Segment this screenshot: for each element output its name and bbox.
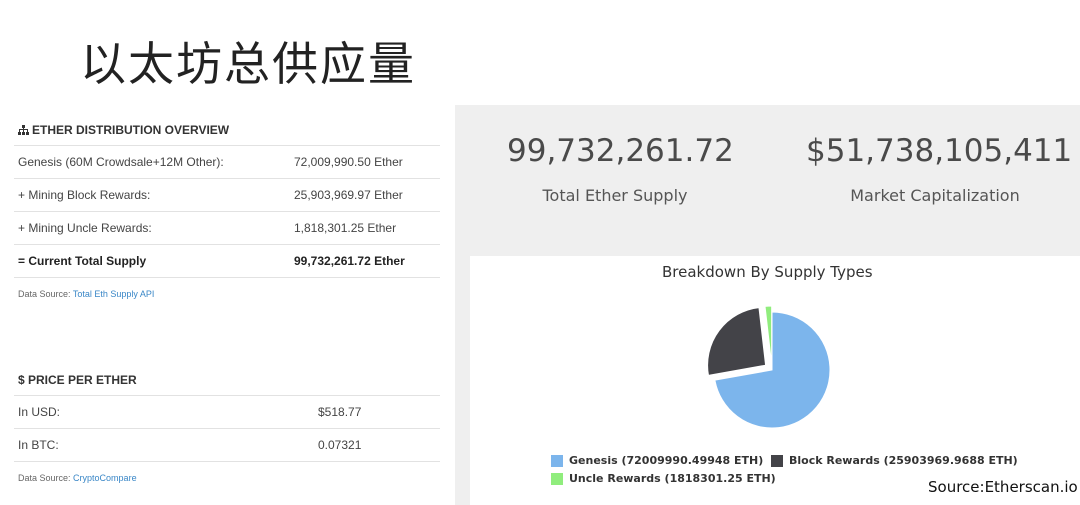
- total-supply-label: = Current Total Supply: [18, 254, 147, 268]
- distribution-row-label: + Mining Block Rewards:: [18, 188, 151, 202]
- price-heading: $ PRICE PER ETHER: [18, 373, 137, 387]
- price-btc-label: In BTC:: [18, 438, 59, 452]
- divider: [14, 211, 440, 212]
- divider: [14, 178, 440, 179]
- legend-item-uncle-rewards[interactable]: Uncle Rewards (1818301.25 ETH): [551, 472, 776, 485]
- price-btc-value: 0.07321: [318, 438, 362, 452]
- total-supply-stat: 99,732,261.72: [507, 133, 734, 169]
- legend-swatch-uncle-rewards: [551, 472, 563, 485]
- legend-label-genesis: Genesis (72009990.49948 ETH): [569, 454, 764, 467]
- legend-swatch-genesis: [551, 454, 563, 467]
- legend-label-block-rewards: Block Rewards (25903969.9688 ETH): [789, 454, 1018, 467]
- legend-swatch-block-rewards: [771, 454, 783, 467]
- distribution-heading-text: ETHER DISTRIBUTION OVERVIEW: [32, 123, 230, 137]
- price-usd-value: $518.77: [318, 405, 362, 419]
- total-eth-supply-api-link[interactable]: Total Eth Supply API: [73, 289, 155, 299]
- data-source-label: Data Source:: [18, 473, 71, 483]
- market-cap-stat-label: Market Capitalization: [850, 186, 1020, 205]
- data-source-label: Data Source:: [18, 289, 71, 299]
- supply-overview-panel: ETHER DISTRIBUTION OVERVIEW Genesis (60M…: [0, 0, 450, 505]
- total-supply-stat-label: Total Ether Supply: [542, 186, 688, 205]
- chart-title: Breakdown By Supply Types: [662, 263, 873, 281]
- divider: [14, 145, 440, 146]
- divider: [14, 395, 440, 396]
- distribution-row-value: 25,903,969.97 Ether: [294, 188, 403, 202]
- divider: [14, 461, 440, 462]
- distribution-data-source: Data Source: Total Eth Supply API: [18, 289, 154, 299]
- distribution-row-label: + Mining Uncle Rewards:: [18, 221, 152, 235]
- distribution-heading: ETHER DISTRIBUTION OVERVIEW: [18, 123, 229, 137]
- divider: [14, 428, 440, 429]
- divider: [14, 244, 440, 245]
- legend-item-block-rewards[interactable]: Block Rewards (25903969.9688 ETH): [771, 454, 1018, 467]
- cryptocompare-link[interactable]: CryptoCompare: [73, 473, 137, 483]
- total-supply-value: 99,732,261.72 Ether: [294, 254, 405, 268]
- distribution-row-value: 1,818,301.25 Ether: [294, 221, 397, 235]
- distribution-row-label: Genesis (60M Crowdsale+12M Other):: [18, 155, 224, 169]
- price-usd-label: In USD:: [18, 405, 61, 419]
- legend-label-uncle-rewards: Uncle Rewards (1818301.25 ETH): [569, 472, 776, 485]
- divider: [14, 277, 440, 278]
- sitemap-icon: [18, 125, 29, 135]
- footer-source: Source:Etherscan.io: [928, 478, 1078, 496]
- distribution-row-value: 72,009,990.50 Ether: [294, 155, 403, 169]
- market-cap-stat: $51,738,105,411: [806, 133, 1073, 169]
- supply-breakdown-chart-card: [470, 256, 1080, 505]
- legend-item-genesis[interactable]: Genesis (72009990.49948 ETH): [551, 454, 763, 467]
- price-data-source: Data Source: CryptoCompare: [18, 473, 137, 483]
